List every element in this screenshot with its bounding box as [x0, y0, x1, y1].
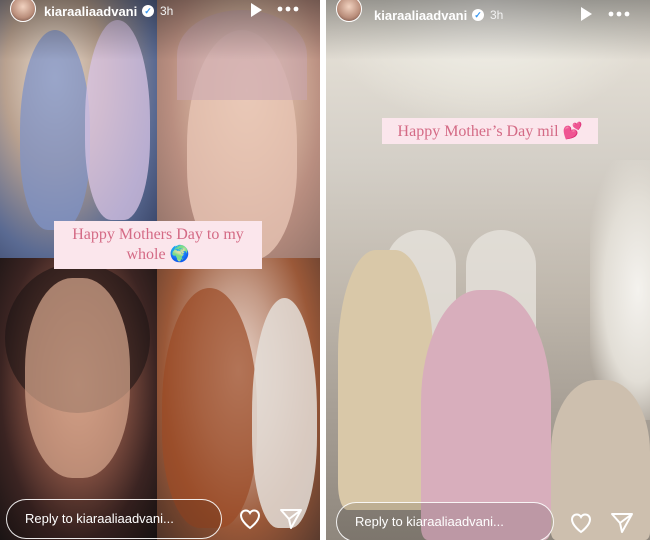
- username[interactable]: kiaraaliaadvani: [44, 4, 137, 19]
- reply-input[interactable]: Reply to kiaraaliaadvani...: [336, 502, 554, 540]
- post-time: 3h: [160, 4, 174, 18]
- send-icon[interactable]: [279, 507, 303, 531]
- photo-vintage-portrait: [0, 258, 157, 540]
- post-time: 3h: [490, 8, 504, 22]
- text-sticker: Happy Mother’s Day mil 💕: [382, 118, 598, 144]
- text-sticker: Happy Mothers Day to my whole 🌍: [54, 221, 262, 269]
- heart-icon[interactable]: [238, 507, 262, 531]
- baby-figure: [252, 298, 317, 528]
- groom-figure: [338, 250, 433, 510]
- verified-badge-icon: ✓: [472, 9, 484, 21]
- play-icon[interactable]: [249, 2, 263, 18]
- play-icon[interactable]: [579, 6, 593, 22]
- person-figure: [20, 30, 90, 230]
- send-icon[interactable]: [610, 511, 634, 535]
- story-right[interactable]: kiaraaliaadvani ✓ 3h Reply to kiaraaliaa…: [326, 0, 650, 540]
- verified-badge-icon: ✓: [142, 5, 154, 17]
- story-left[interactable]: kiaraaliaadvani ✓ 3h Reply to kiaraaliaa…: [0, 0, 320, 540]
- person-figure: [162, 288, 257, 528]
- elder-figure: [551, 380, 650, 540]
- person-figure: [25, 278, 130, 478]
- more-options-icon[interactable]: [277, 6, 299, 12]
- photo-mother-with-baby: [157, 258, 320, 540]
- heart-icon[interactable]: [569, 511, 593, 535]
- username[interactable]: kiaraaliaadvani: [374, 8, 467, 23]
- more-options-icon[interactable]: [608, 11, 630, 17]
- reply-input[interactable]: Reply to kiaraaliaadvani...: [6, 499, 222, 539]
